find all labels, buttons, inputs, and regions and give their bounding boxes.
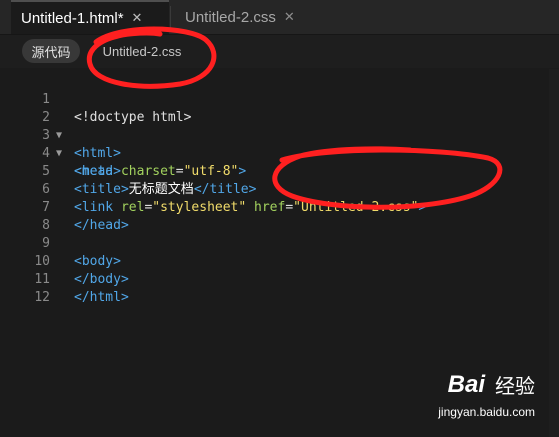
code-line: 12 bbox=[0, 271, 559, 305]
code-line: 1 <!doctype html> bbox=[0, 73, 559, 125]
tab-label: Untitled-2.css bbox=[185, 8, 276, 26]
watermark-url: jingyan.baidu.com bbox=[438, 405, 535, 419]
source-code-button[interactable]: 源代码 bbox=[22, 39, 80, 63]
vertical-scrollbar[interactable] bbox=[549, 69, 559, 437]
code-line: 3 ▼ <head> bbox=[0, 109, 559, 179]
tab-untitled-2-css[interactable]: Untitled-2.css ✕ bbox=[172, 0, 322, 34]
tab-label: Untitled-1.html* bbox=[21, 9, 124, 27]
close-icon[interactable]: ✕ bbox=[132, 10, 143, 26]
watermark-brand: Bai bbox=[447, 371, 485, 398]
code-line: 9 <body> bbox=[0, 217, 559, 269]
code-line: 4 <meta charset="utf-8"> bbox=[0, 127, 559, 179]
document-tab-bar: Untitled-1.html* ✕ Untitled-2.css ✕ bbox=[0, 0, 559, 35]
code-line: 11 </html> bbox=[0, 253, 559, 305]
related-file-button[interactable]: Untitled-2.css bbox=[88, 39, 196, 63]
watermark: Bai 经验 jingyan.baidu.com bbox=[429, 371, 549, 429]
code-text: </html> bbox=[74, 290, 129, 305]
line-number: 12 bbox=[34, 290, 50, 305]
tab-untitled-1-html[interactable]: Untitled-1.html* ✕ bbox=[11, 0, 169, 34]
related-files-bar: 源代码 Untitled-2.css bbox=[0, 35, 559, 68]
watermark-brand-suffix: 经验 bbox=[495, 376, 535, 398]
code-line: 7 </head> bbox=[0, 181, 559, 233]
code-line: 5 <title>无标题文档</title> bbox=[0, 145, 559, 197]
code-line: 8 bbox=[0, 199, 559, 233]
code-line: 10 </body> bbox=[0, 235, 559, 287]
code-line: 2 ▼ <html> bbox=[0, 91, 559, 161]
tab-divider bbox=[170, 6, 171, 28]
code-line: 6 <link rel="stylesheet" href="Untitled-… bbox=[0, 163, 559, 215]
close-icon[interactable]: ✕ bbox=[284, 9, 295, 25]
